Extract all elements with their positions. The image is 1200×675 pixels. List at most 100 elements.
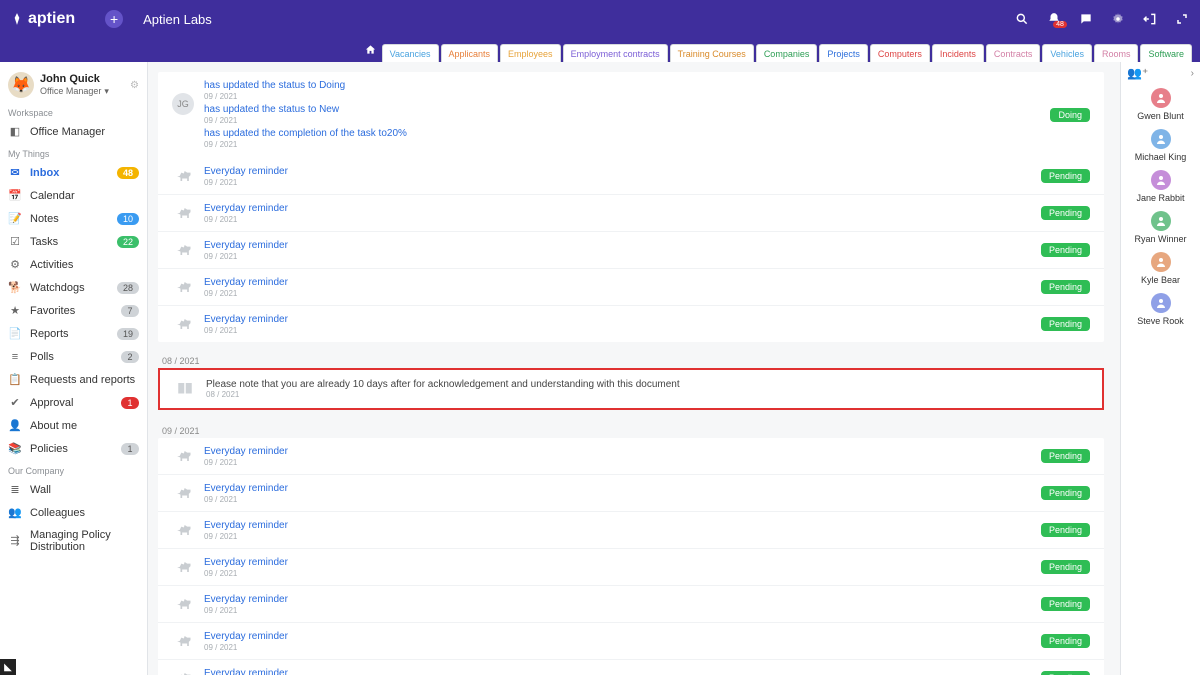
reminder-title[interactable]: Everyday reminder: [204, 519, 1033, 532]
reminder-row[interactable]: Everyday reminder 09 / 2021 Pending: [158, 438, 1104, 474]
add-button[interactable]: +: [105, 10, 123, 28]
sidebar-item-inbox[interactable]: ✉ Inbox 48: [0, 161, 147, 184]
people-icon[interactable]: 👥⁺: [1127, 66, 1148, 80]
sidebar-item-managing-policy-distribution[interactable]: ⇶ Managing Policy Distribution: [0, 524, 147, 557]
watchdog-icon: [172, 556, 194, 578]
tab-employees[interactable]: Employees: [500, 44, 561, 62]
status-line[interactable]: has updated the status to Doing: [204, 79, 1042, 92]
main-content[interactable]: JG has updated the status to Doing 09 / …: [148, 62, 1120, 675]
sidebar-icon: ≣: [8, 483, 22, 497]
reminder-title[interactable]: Everyday reminder: [204, 239, 1033, 252]
reminder-row[interactable]: Everyday reminder 09 / 2021 Pending: [158, 548, 1104, 585]
contact-steve-rook[interactable]: Steve Rook: [1121, 289, 1200, 330]
sidebar-item-watchdogs[interactable]: 🐕 Watchdogs 28: [0, 276, 147, 299]
sidebar-item-approval[interactable]: ✔ Approval 1: [0, 391, 147, 414]
sidebar-item-colleagues[interactable]: 👥 Colleagues: [0, 501, 147, 524]
tab-companies[interactable]: Companies: [756, 44, 818, 62]
sidebar-item-notes[interactable]: 📝 Notes 10: [0, 207, 147, 230]
reminder-date: 09 / 2021: [204, 532, 1033, 541]
chat-icon[interactable]: [1078, 11, 1094, 27]
sidebar-item-requests-and-reports[interactable]: 📋 Requests and reports: [0, 368, 147, 391]
home-icon[interactable]: [365, 44, 376, 58]
tab-applicants[interactable]: Applicants: [441, 44, 499, 62]
tab-contracts[interactable]: Contracts: [986, 44, 1041, 62]
reminder-row[interactable]: Everyday reminder 09 / 2021 Pending: [158, 158, 1104, 194]
user-settings-icon[interactable]: ⚙: [130, 80, 139, 91]
reminder-title[interactable]: Everyday reminder: [204, 276, 1033, 289]
reminder-date: 09 / 2021: [204, 643, 1033, 652]
sidebar-section-mythings: My Things: [0, 143, 147, 161]
sidebar-item-tasks[interactable]: ☑ Tasks 22: [0, 230, 147, 253]
tab-computers[interactable]: Computers: [870, 44, 930, 62]
tab-employment-contracts[interactable]: Employment contracts: [563, 44, 668, 62]
sidebar-item-label: Approval: [30, 397, 121, 409]
sidebar-item-activities[interactable]: ⚙ Activities: [0, 253, 147, 276]
reminder-title[interactable]: Everyday reminder: [204, 630, 1033, 643]
contact-jane-rabbit[interactable]: Jane Rabbit: [1121, 166, 1200, 207]
sidebar-badge: 10: [117, 213, 139, 225]
brand-logo[interactable]: aptien: [10, 10, 75, 28]
reminder-date: 09 / 2021: [204, 178, 1033, 187]
tab-projects[interactable]: Projects: [819, 44, 868, 62]
contact-michael-king[interactable]: Michael King: [1121, 125, 1200, 166]
reminder-title[interactable]: Everyday reminder: [204, 313, 1033, 326]
tab-vacancies[interactable]: Vacancies: [382, 44, 439, 62]
reminder-title[interactable]: Everyday reminder: [204, 445, 1033, 458]
sidebar-badge: 1: [121, 397, 139, 409]
sidebar-item-label: Wall: [30, 484, 139, 496]
search-icon[interactable]: [1014, 11, 1030, 27]
reminder-title[interactable]: Everyday reminder: [204, 556, 1033, 569]
acknowledgement-alert[interactable]: Please note that you are already 10 days…: [158, 368, 1104, 410]
reminder-title[interactable]: Everyday reminder: [204, 482, 1033, 495]
reminder-row[interactable]: Everyday reminder 09 / 2021 Pending: [158, 622, 1104, 659]
sidebar-item-polls[interactable]: ≡ Polls 2: [0, 345, 147, 368]
sidebar-item-wall[interactable]: ≣ Wall: [0, 478, 147, 501]
logout-icon[interactable]: [1142, 11, 1158, 27]
notification-badge: 48: [1053, 21, 1067, 28]
user-block[interactable]: 🦊 John Quick Office Manager ▾ ⚙: [0, 68, 147, 102]
reminder-title[interactable]: Everyday reminder: [204, 165, 1033, 178]
reminder-title[interactable]: Everyday reminder: [204, 593, 1033, 606]
bell-icon[interactable]: 48: [1046, 11, 1062, 27]
reminder-row[interactable]: Everyday reminder 09 / 2021 Pending: [158, 585, 1104, 622]
tab-rooms[interactable]: Rooms: [1094, 44, 1139, 62]
reminder-row[interactable]: Everyday reminder 09 / 2021 Pending: [158, 268, 1104, 305]
sidebar: 🦊 John Quick Office Manager ▾ ⚙ Workspac…: [0, 62, 148, 675]
sidebar-item-favorites[interactable]: ★ Favorites 7: [0, 299, 147, 322]
reminder-row[interactable]: Everyday reminder 09 / 2021 Pending: [158, 659, 1104, 675]
sidebar-item-policies[interactable]: 📚 Policies 1: [0, 437, 147, 460]
gear-icon[interactable]: [1110, 11, 1126, 27]
contact-kyle-bear[interactable]: Kyle Bear: [1121, 248, 1200, 289]
tab-vehicles[interactable]: Vehicles: [1042, 44, 1092, 62]
sidebar-item-about-me[interactable]: 👤 About me: [0, 414, 147, 437]
reminder-row[interactable]: Everyday reminder 09 / 2021 Pending: [158, 305, 1104, 342]
sidebar-item-calendar[interactable]: 📅 Calendar: [0, 184, 147, 207]
status-line[interactable]: has updated the status to New: [204, 103, 1042, 116]
user-role-dropdown[interactable]: Office Manager ▾: [40, 85, 130, 97]
reminder-row[interactable]: Everyday reminder 09 / 2021 Pending: [158, 511, 1104, 548]
reminder-date: 09 / 2021: [204, 252, 1033, 261]
tab-software[interactable]: Software: [1140, 44, 1192, 62]
sidebar-icon: ≡: [8, 350, 22, 364]
reminder-title[interactable]: Everyday reminder: [204, 667, 1033, 675]
section-header: 08 / 2021: [158, 350, 1104, 368]
reminder-row[interactable]: Everyday reminder 09 / 2021 Pending: [158, 231, 1104, 268]
sidebar-workspace-item[interactable]: ◧ Office Manager: [0, 120, 147, 143]
reminder-row[interactable]: Everyday reminder 09 / 2021 Pending: [158, 194, 1104, 231]
book-icon: [174, 378, 196, 400]
contact-ryan-winner[interactable]: Ryan Winner: [1121, 207, 1200, 248]
status-badge: Pending: [1041, 671, 1090, 675]
expand-icon[interactable]: [1174, 11, 1190, 27]
reminder-row[interactable]: Everyday reminder 09 / 2021 Pending: [158, 474, 1104, 511]
sidebar-item-reports[interactable]: 📄 Reports 19: [0, 322, 147, 345]
sidebar-icon: 📝: [8, 212, 22, 226]
reminder-title[interactable]: Everyday reminder: [204, 202, 1033, 215]
tab-bar: VacanciesApplicantsEmployeesEmployment c…: [0, 38, 1200, 62]
org-name[interactable]: Aptien Labs: [143, 12, 212, 27]
chevron-right-icon[interactable]: ›: [1191, 68, 1194, 79]
status-line[interactable]: has updated the completion of the task t…: [204, 127, 1042, 140]
tab-incidents[interactable]: Incidents: [932, 44, 984, 62]
corner-badge[interactable]: ◣: [0, 659, 16, 675]
contact-gwen-blunt[interactable]: Gwen Blunt: [1121, 84, 1200, 125]
tab-training-courses[interactable]: Training Courses: [670, 44, 754, 62]
